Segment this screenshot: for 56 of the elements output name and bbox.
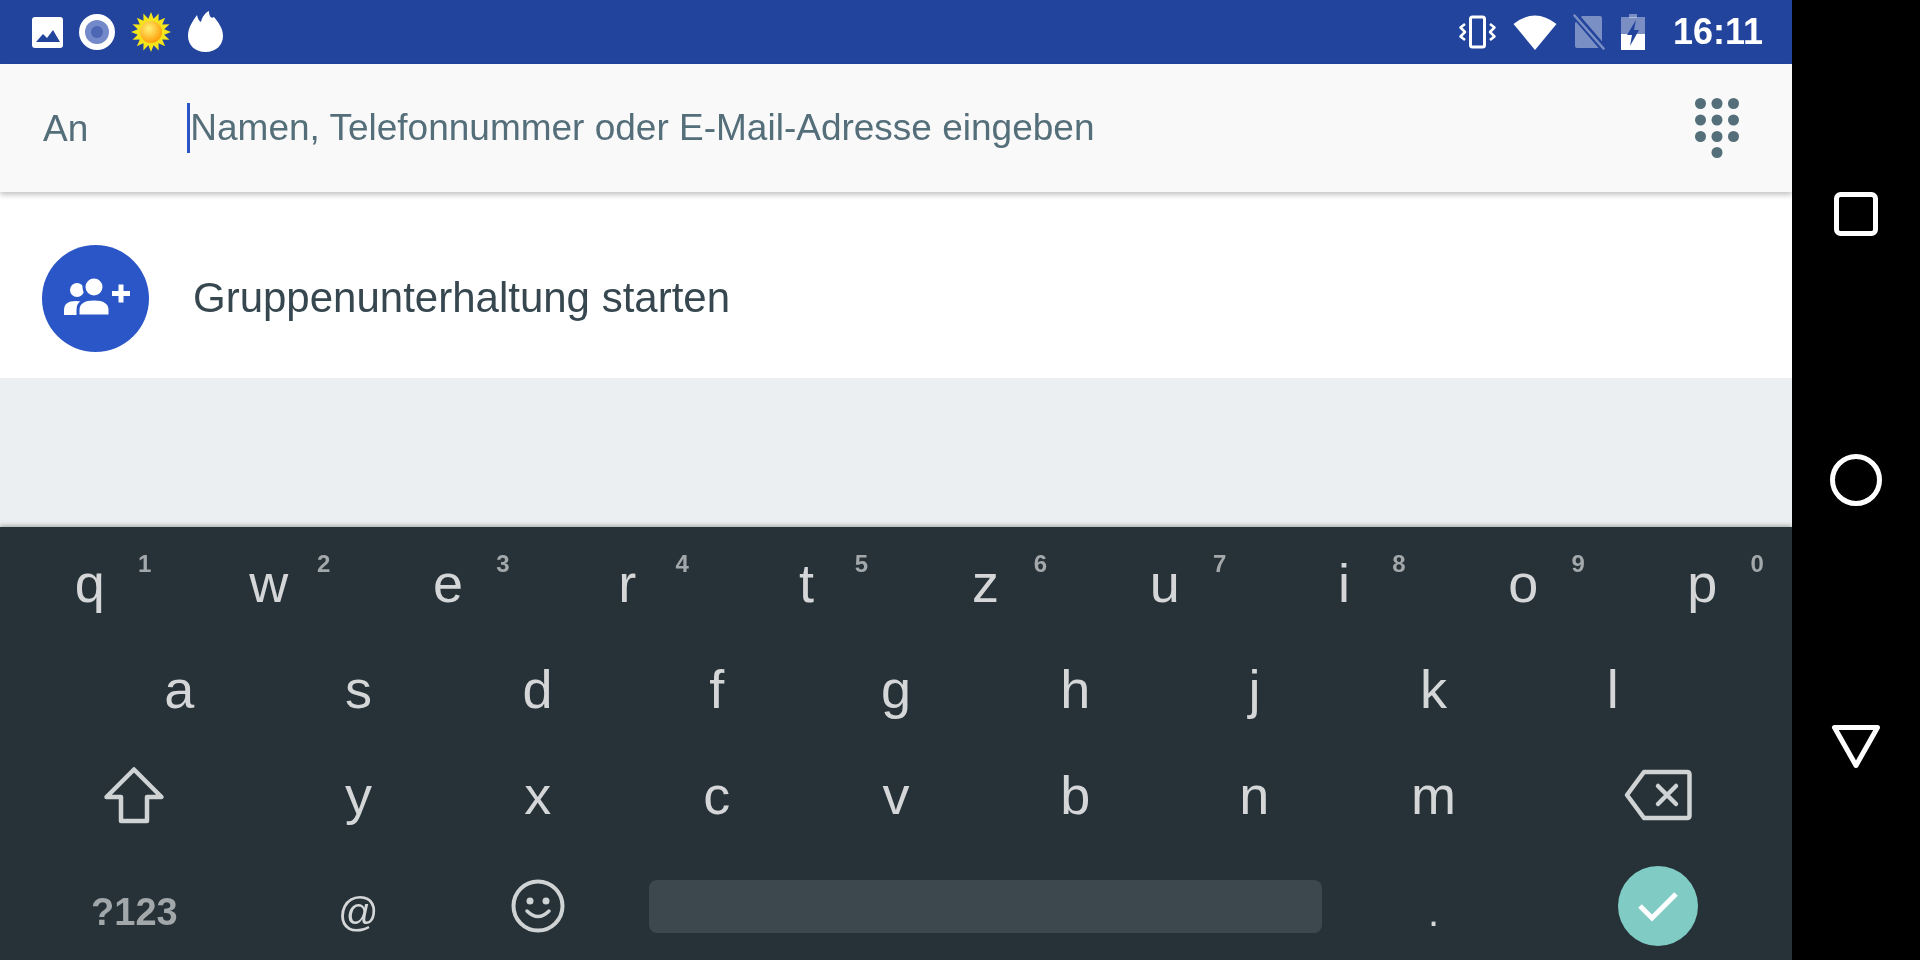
keyboard-key[interactable]: a	[164, 662, 195, 716]
key-hint: 4	[675, 552, 689, 576]
keyboard-key[interactable]: v	[882, 768, 910, 822]
keyboard-key[interactable]: e	[433, 556, 464, 610]
keyboard-key[interactable]: r	[618, 556, 637, 610]
status-time: 16:11	[1672, 14, 1763, 50]
shift-icon[interactable]	[103, 766, 166, 824]
keyboard-key[interactable]: z	[972, 556, 1000, 610]
no-sim-icon	[1572, 14, 1605, 50]
smiley-icon[interactable]	[510, 879, 565, 933]
ring-icon	[79, 14, 115, 50]
key-hint: 7	[1213, 552, 1227, 576]
keyboard-key[interactable]: t	[798, 556, 814, 610]
dialpad-icon[interactable]	[1695, 98, 1739, 158]
keyboard-key[interactable]: n	[1239, 768, 1270, 822]
recipient-label: An	[43, 109, 89, 147]
image-icon	[32, 16, 63, 48]
keyboard-key[interactable]: b	[1060, 768, 1091, 822]
keyboard-key[interactable]: h	[1060, 662, 1091, 716]
keyboard-key[interactable]: i	[1337, 556, 1350, 610]
key-hint: 1	[137, 552, 152, 576]
vibrate-icon	[1457, 15, 1497, 49]
keyboard-key[interactable]: m	[1411, 768, 1457, 822]
keyboard-key[interactable]: @	[338, 892, 379, 932]
wifi-icon	[1512, 14, 1557, 50]
flame-icon	[187, 11, 224, 53]
keyboard-key[interactable]: w	[249, 556, 289, 610]
key-hint: 2	[317, 552, 331, 576]
home-icon[interactable]	[1830, 454, 1882, 506]
sun-icon	[131, 12, 171, 52]
checkmark-icon	[1636, 889, 1679, 923]
symbols-key[interactable]: ?123	[91, 893, 178, 931]
backspace-icon[interactable]	[1623, 769, 1692, 821]
keyboard-key[interactable]: o	[1508, 556, 1539, 610]
key-hint: 6	[1033, 552, 1048, 576]
back-icon[interactable]	[1831, 724, 1881, 769]
group-add-icon	[42, 244, 149, 352]
keyboard-key[interactable]: c	[703, 768, 731, 822]
key-hint: 5	[854, 552, 868, 576]
keyboard-key[interactable]: f	[709, 662, 725, 716]
keyboard-key[interactable]: l	[1606, 662, 1619, 716]
keyboard-key[interactable]: s	[344, 662, 372, 716]
key-hint: 8	[1392, 552, 1406, 576]
keyboard-key[interactable]: d	[522, 662, 553, 716]
key-hint: 3	[496, 552, 510, 576]
recents-icon[interactable]	[1834, 192, 1878, 236]
battery-charging-icon	[1620, 14, 1645, 50]
recipient-bar[interactable]: An Namen, Telefonnummer oder E-Mail-Adresse eingeben	[0, 64, 1792, 192]
key-hint: 0	[1750, 552, 1764, 576]
keyboard-key[interactable]: u	[1149, 556, 1180, 610]
keyboard-key[interactable]: x	[524, 768, 552, 822]
recipient-field[interactable]: Namen, Telefonnummer oder E-Mail-Adresse eingeben	[190, 103, 1655, 153]
keyboard-key[interactable]: .	[1428, 892, 1440, 932]
suggestion-item[interactable]: Gruppenunterhaltung starten	[0, 192, 1792, 378]
keyboard-key[interactable]: k	[1420, 662, 1448, 716]
key-hint: 9	[1571, 552, 1585, 576]
